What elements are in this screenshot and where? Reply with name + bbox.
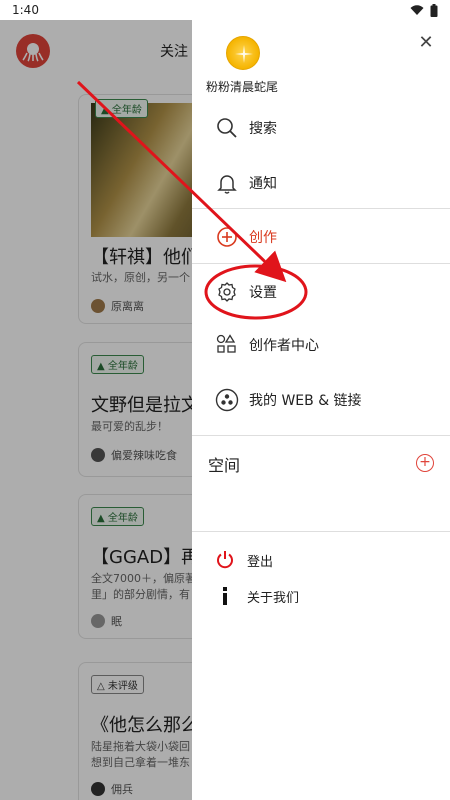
menu-item-label: 创作者中心 <box>249 338 319 354</box>
menu-item-settings[interactable]: 设置 <box>192 270 450 314</box>
plus-circle-icon <box>214 224 240 250</box>
menu-item-label: 我的 WEB & 链接 <box>249 393 362 409</box>
menu-item-label: 通知 <box>249 176 277 192</box>
close-icon[interactable]: ✕ <box>414 32 438 56</box>
navigation-drawer: ✕ 粉粉清晨蛇尾 搜索 通知 创作 设置 创作者中心 我的 WEB & 链接 空… <box>192 20 450 800</box>
wifi-icon <box>410 5 424 15</box>
divider <box>192 435 450 436</box>
search-icon <box>214 115 240 141</box>
status-icons <box>410 4 438 17</box>
battery-icon <box>430 4 438 17</box>
logout-label: 登出 <box>247 554 274 570</box>
menu-item-creator-center[interactable]: 创作者中心 <box>192 323 450 367</box>
divider <box>192 531 450 532</box>
gear-icon <box>214 279 240 305</box>
space-section-title: 空间 <box>208 456 241 475</box>
menu-item-label: 设置 <box>249 285 277 301</box>
add-space-button[interactable]: + <box>416 454 434 472</box>
about-label: 关于我们 <box>247 590 300 606</box>
power-icon <box>214 549 236 571</box>
menu-item-notifications[interactable]: 通知 <box>192 161 450 205</box>
status-bar: 1:40 <box>0 0 450 20</box>
divider <box>192 263 450 264</box>
menu-item-label: 搜索 <box>249 121 277 137</box>
user-avatar[interactable] <box>226 36 260 70</box>
about-button[interactable]: 关于我们 <box>192 578 450 614</box>
link-circle-icon <box>214 387 240 413</box>
status-time: 1:40 <box>12 3 39 17</box>
menu-item-search[interactable]: 搜索 <box>192 106 450 150</box>
bell-icon <box>214 170 240 196</box>
logout-button[interactable]: 登出 <box>192 542 450 578</box>
shapes-icon <box>214 332 240 358</box>
menu-item-create[interactable]: 创作 <box>192 215 450 259</box>
menu-item-label: 创作 <box>249 230 277 246</box>
user-name: 粉粉清晨蛇尾 <box>206 80 279 94</box>
menu-item-web-links[interactable]: 我的 WEB & 链接 <box>192 378 450 422</box>
info-icon <box>214 585 236 607</box>
divider <box>192 208 450 209</box>
